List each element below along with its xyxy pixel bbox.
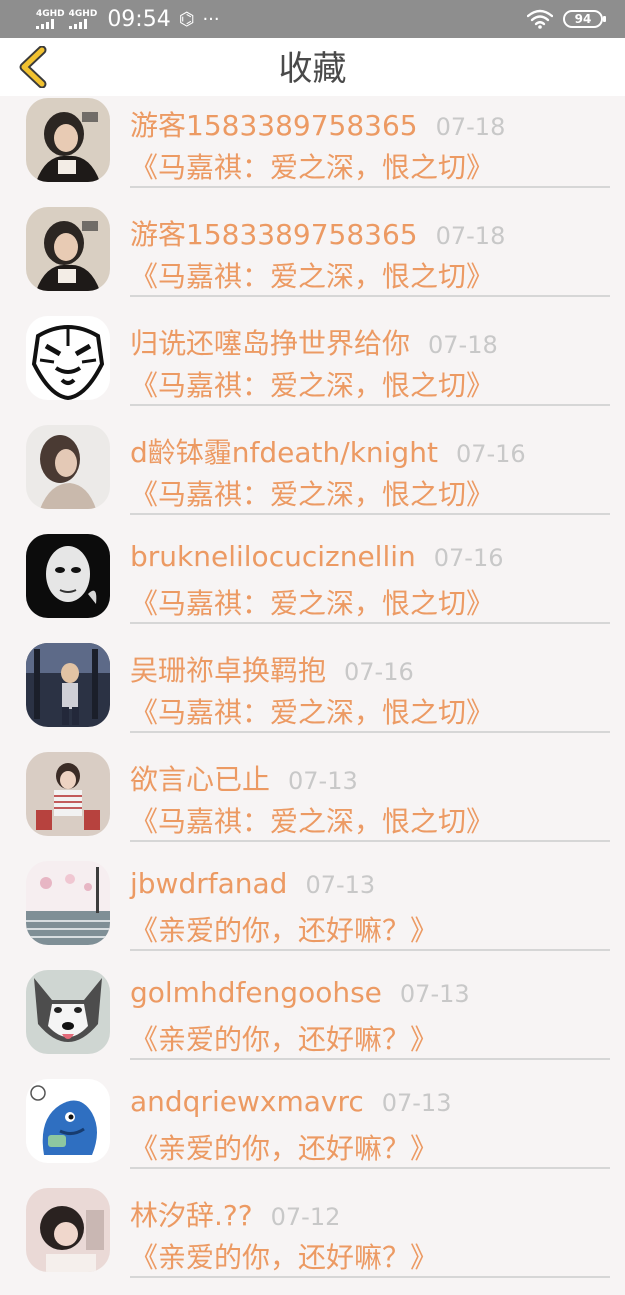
post-title[interactable]: 《马嘉祺：爱之深，恨之切》 — [130, 800, 494, 840]
wifi-icon — [527, 9, 553, 29]
network-label: 4GHD — [68, 9, 98, 19]
list-item[interactable]: 游客1583389758365 07-18 《马嘉祺：爱之深，恨之切》 — [0, 96, 625, 205]
post-title[interactable]: 《马嘉祺：爱之深，恨之切》 — [130, 473, 494, 513]
avatar[interactable] — [26, 861, 110, 945]
avatar[interactable] — [26, 316, 110, 400]
status-left: 4GHD 4GHD 09:54 ⌬ ··· — [36, 0, 220, 38]
status-time: 09:54 — [107, 6, 171, 32]
divider — [130, 622, 610, 624]
item-date: 07-12 — [270, 1203, 341, 1231]
author-name: 吴珊祢卓换羁抱 — [130, 654, 327, 687]
divider — [130, 513, 610, 515]
item-meta: 游客1583389758365 07-18 — [130, 104, 505, 144]
item-date: 07-13 — [305, 871, 376, 899]
signal-icon: 4GHD — [36, 9, 65, 29]
author-name: bruknelilocuciznellin — [130, 540, 416, 573]
status-bar: 4GHD 4GHD 09:54 ⌬ ··· 94 — [0, 0, 625, 38]
battery-level: 94 — [574, 12, 592, 26]
signal-icon: 4GHD — [68, 9, 98, 29]
list-item[interactable]: golmhdfengoohse 07-13 《亲爱的你，还好嘛？》 — [0, 968, 625, 1077]
item-date: 07-16 — [455, 440, 526, 468]
divider — [130, 1167, 610, 1169]
page-title: 收藏 — [278, 49, 347, 89]
avatar[interactable] — [26, 643, 110, 727]
author-name: 游客1583389758365 — [130, 109, 418, 142]
item-meta: 吴珊祢卓换羁抱 07-16 — [130, 649, 414, 689]
item-date: 07-13 — [399, 980, 470, 1008]
author-name: 归诜还噻岛挣世界给你 — [130, 327, 411, 360]
avatar[interactable] — [26, 98, 110, 182]
list-item[interactable]: 欲言心已止 07-13 《马嘉祺：爱之深，恨之切》 — [0, 750, 625, 859]
more-notifications: ··· — [202, 8, 220, 30]
post-title[interactable]: 《马嘉祺：爱之深，恨之切》 — [130, 146, 494, 186]
divider — [130, 404, 610, 406]
item-date: 07-16 — [344, 658, 414, 686]
avatar[interactable] — [26, 970, 110, 1054]
item-meta: 归诜还噻岛挣世界给你 07-18 — [130, 322, 498, 362]
avatar[interactable] — [26, 1188, 110, 1272]
avatar[interactable] — [26, 534, 110, 618]
post-title[interactable]: 《马嘉祺：爱之深，恨之切》 — [130, 582, 494, 622]
favorites-list: 游客1583389758365 07-18 《马嘉祺：爱之深，恨之切》 游客15… — [0, 96, 625, 1295]
avatar[interactable] — [26, 207, 110, 291]
author-name: 欲言心已止 — [130, 763, 271, 796]
battery-icon: 94 — [563, 10, 606, 28]
post-title[interactable]: 《马嘉祺：爱之深，恨之切》 — [130, 691, 494, 731]
list-item[interactable]: bruknelilocuciznellin 07-16 《马嘉祺：爱之深，恨之切… — [0, 532, 625, 641]
author-name: 游客1583389758365 — [130, 218, 418, 251]
list-item[interactable]: 游客1583389758365 07-18 《马嘉祺：爱之深，恨之切》 — [0, 205, 625, 314]
nav-bar: 收藏 — [0, 38, 625, 96]
item-meta: jbwdrfanad 07-13 — [130, 867, 375, 900]
item-date: 07-18 — [435, 113, 506, 141]
network-label: 4GHD — [36, 9, 65, 19]
post-title[interactable]: 《亲爱的你，还好嘛？》 — [130, 1127, 438, 1167]
post-title[interactable]: 《亲爱的你，还好嘛？》 — [130, 1236, 438, 1276]
divider — [130, 949, 610, 951]
divider — [130, 840, 610, 842]
list-item[interactable]: jbwdrfanad 07-13 《亲爱的你，还好嘛？》 — [0, 859, 625, 968]
post-title[interactable]: 《亲爱的你，还好嘛？》 — [130, 909, 438, 949]
list-item[interactable]: 林汐辞.?? 07-12 《亲爱的你，还好嘛？》 — [0, 1186, 625, 1295]
item-meta: 林汐辞.?? 07-12 — [130, 1194, 340, 1234]
divider — [130, 731, 610, 733]
author-name: jbwdrfanad — [130, 867, 288, 900]
item-date: 07-13 — [381, 1089, 452, 1117]
divider — [130, 1276, 610, 1278]
author-name: golmhdfengoohse — [130, 976, 382, 1009]
list-item[interactable]: d齡钵霾nfdeath/knight 07-16 《马嘉祺：爱之深，恨之切》 — [0, 423, 625, 532]
post-title[interactable]: 《亲爱的你，还好嘛？》 — [130, 1018, 438, 1058]
list-item[interactable]: 吴珊祢卓换羁抱 07-16 《马嘉祺：爱之深，恨之切》 — [0, 641, 625, 750]
avatar[interactable] — [26, 425, 110, 509]
notification-icon: ⌬ — [178, 8, 195, 30]
post-title[interactable]: 《马嘉祺：爱之深，恨之切》 — [130, 364, 494, 404]
item-meta: 游客1583389758365 07-18 — [130, 213, 505, 253]
author-name: d齡钵霾nfdeath/knight — [130, 436, 438, 469]
item-meta: 欲言心已止 07-13 — [130, 758, 358, 798]
item-date: 07-16 — [433, 544, 504, 572]
item-date: 07-18 — [435, 222, 506, 250]
list-item[interactable]: 归诜还噻岛挣世界给你 07-18 《马嘉祺：爱之深，恨之切》 — [0, 314, 625, 423]
avatar[interactable] — [26, 752, 110, 836]
avatar[interactable] — [26, 1079, 110, 1163]
item-meta: andqriewxmavrc 07-13 — [130, 1085, 451, 1118]
divider — [130, 295, 610, 297]
item-meta: golmhdfengoohse 07-13 — [130, 976, 470, 1009]
post-title[interactable]: 《马嘉祺：爱之深，恨之切》 — [130, 255, 494, 295]
item-meta: d齡钵霾nfdeath/knight 07-16 — [130, 431, 526, 471]
divider — [130, 186, 610, 188]
status-right: 94 — [527, 0, 606, 38]
list-item[interactable]: andqriewxmavrc 07-13 《亲爱的你，还好嘛？》 — [0, 1077, 625, 1186]
divider — [130, 1058, 610, 1060]
item-meta: bruknelilocuciznellin 07-16 — [130, 540, 504, 573]
author-name: andqriewxmavrc — [130, 1085, 364, 1118]
item-date: 07-13 — [288, 767, 358, 795]
author-name: 林汐辞.?? — [130, 1199, 253, 1232]
item-date: 07-18 — [428, 331, 498, 359]
